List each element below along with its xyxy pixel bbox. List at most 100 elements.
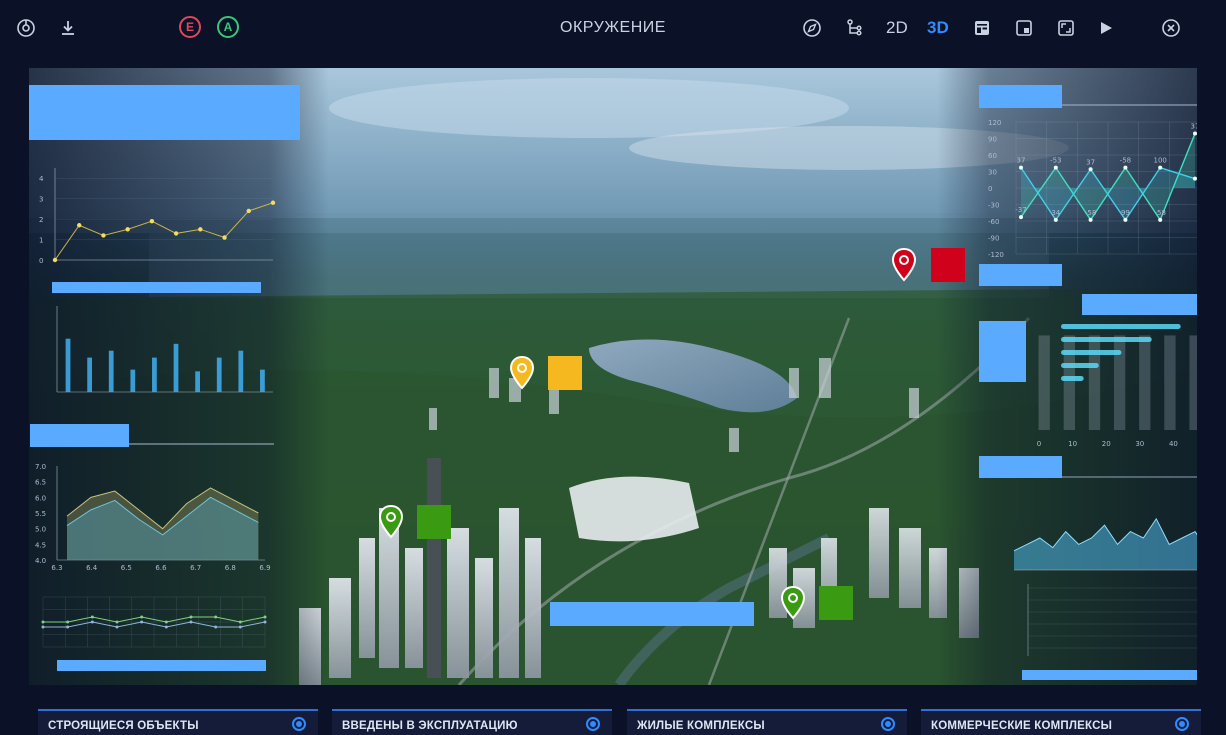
- close-icon[interactable]: [1157, 14, 1185, 42]
- data-point: [173, 231, 179, 236]
- y-tick-label: 1: [39, 237, 43, 245]
- bar: [173, 343, 179, 392]
- area-chart-right: [1013, 517, 1197, 656]
- marker-square-yellow[interactable]: [548, 356, 582, 390]
- data-label: 100: [1154, 157, 1167, 165]
- data-point: [66, 620, 70, 624]
- fullscreen-icon[interactable]: [1052, 14, 1080, 42]
- data-label: 34: [1051, 209, 1060, 217]
- marker-pin-green-1[interactable]: [378, 504, 404, 539]
- y-tick-label: 6.0: [35, 494, 46, 502]
- badge-a[interactable]: A: [217, 16, 239, 38]
- window-icon[interactable]: [1010, 14, 1038, 42]
- data-label: -37: [1015, 206, 1026, 214]
- marker-square-green-2[interactable]: [819, 586, 853, 620]
- marker-pin-green-2[interactable]: [780, 585, 806, 620]
- data-point: [52, 257, 58, 263]
- legend-item-residential[interactable]: ЖИЛЫЕ КОМПЛЕКСЫ: [627, 709, 907, 735]
- data-label: -53: [1050, 157, 1061, 165]
- data-point: [1158, 165, 1163, 170]
- marker-pin-red[interactable]: [891, 247, 917, 282]
- compass-icon[interactable]: [798, 14, 826, 42]
- x-tick-label: 6.5: [121, 564, 132, 572]
- background-column: [1139, 335, 1151, 430]
- marker-square-green-1[interactable]: [417, 505, 451, 539]
- bar: [152, 357, 157, 392]
- data-point: [214, 625, 218, 629]
- series-line: [54, 202, 274, 261]
- map-viewport[interactable]: 01234 4.0 4.5 5.0 5.5 6.0 6.5 7.0 6.3 6.4 6.5 6.6 6…: [29, 68, 1197, 685]
- mode-2d-button[interactable]: 2D: [886, 18, 908, 38]
- mode-3d-button[interactable]: 3D: [927, 18, 949, 38]
- data-point: [41, 620, 45, 624]
- bar: [260, 369, 265, 392]
- data-point: [1193, 131, 1197, 136]
- legend-item-construction[interactable]: СТРОЯЩИЕСЯ ОБЪЕКТЫ: [38, 709, 318, 735]
- y-tick-label: 5.5: [35, 510, 46, 518]
- data-point: [1019, 215, 1023, 220]
- background-column: [1063, 335, 1075, 430]
- data-label: -58: [1154, 209, 1165, 217]
- bar: [108, 350, 114, 392]
- data-point: [164, 625, 168, 629]
- data-point: [66, 625, 70, 629]
- play-icon[interactable]: [1092, 14, 1120, 42]
- data-point: [263, 615, 267, 619]
- y-tick-label: 4.5: [35, 541, 46, 549]
- data-point: [1123, 217, 1128, 222]
- radio-selected-icon[interactable]: [586, 717, 600, 731]
- data-point: [214, 615, 218, 619]
- bar: [216, 357, 222, 392]
- y-tick-label: 7.0: [35, 463, 46, 471]
- data-point: [263, 620, 267, 624]
- data-point: [1053, 217, 1058, 222]
- legend-bar: СТРОЯЩИЕСЯ ОБЪЕКТЫ ВВЕДЕНЫ В ЭКСПЛУАТАЦИ…: [0, 685, 1226, 735]
- x-tick-label: 0: [1037, 440, 1041, 448]
- marker-pin-yellow[interactable]: [509, 355, 535, 390]
- bar: [238, 350, 244, 392]
- download-icon[interactable]: [54, 14, 82, 42]
- marker-square-red[interactable]: [931, 248, 965, 282]
- y-tick-label: 2: [39, 216, 43, 224]
- legend-item-commercial[interactable]: КОММЕРЧЕСКИЕ КОМПЛЕКСЫ: [921, 709, 1201, 735]
- background-column: [1113, 335, 1126, 430]
- bar: [87, 357, 92, 392]
- y-tick-label: 5.0: [35, 526, 46, 534]
- background-column: [1088, 335, 1101, 430]
- legend-item-commissioned[interactable]: ВВЕДЕНЫ В ЭКСПЛУАТАЦИЮ: [332, 709, 612, 735]
- x-tick-label: 6.4: [86, 564, 98, 572]
- route-icon[interactable]: [840, 14, 868, 42]
- data-label: -58: [1085, 209, 1096, 217]
- bar: [1061, 350, 1122, 355]
- x-tick-label: 10: [1068, 440, 1077, 448]
- data-point: [90, 615, 94, 619]
- bar: [1061, 337, 1152, 342]
- data-point: [1053, 165, 1058, 170]
- x-tick-label: 6.8: [225, 564, 236, 572]
- layers-icon[interactable]: [968, 14, 996, 42]
- data-label: 99: [1121, 209, 1130, 217]
- data-point: [246, 208, 251, 214]
- radio-selected-icon[interactable]: [1175, 717, 1189, 731]
- background-column: [1038, 335, 1050, 430]
- radio-selected-icon[interactable]: [881, 717, 895, 731]
- toolbar: E A ОКРУЖЕНИЕ 2D 3D: [0, 0, 1226, 58]
- target-icon[interactable]: [12, 14, 40, 42]
- data-point: [149, 218, 155, 224]
- data-point: [41, 625, 45, 629]
- y-tick-label: -60: [988, 218, 999, 226]
- badge-e[interactable]: E: [179, 16, 201, 38]
- y-tick-label: 60: [988, 152, 997, 160]
- background-column: [1164, 335, 1176, 430]
- data-point: [115, 620, 119, 624]
- hbar-chart-right: 0 10 20 30 40 100: [1037, 324, 1197, 448]
- data-point: [189, 620, 193, 624]
- y-tick-label: -120: [988, 251, 1004, 259]
- data-point: [125, 227, 130, 232]
- data-point: [164, 620, 168, 624]
- data-point: [238, 620, 242, 624]
- bar: [65, 338, 71, 392]
- radio-selected-icon[interactable]: [292, 717, 306, 731]
- legend-item-label: КОММЕРЧЕСКИЕ КОМПЛЕКСЫ: [931, 720, 1113, 732]
- data-label: 37: [1017, 157, 1026, 165]
